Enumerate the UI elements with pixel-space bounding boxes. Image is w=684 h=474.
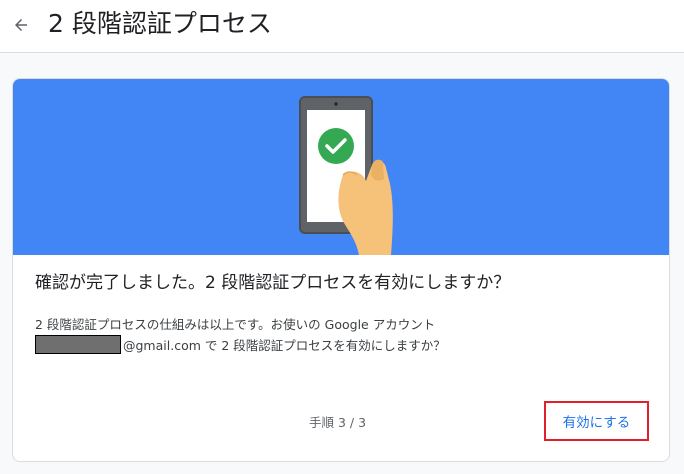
hero-banner <box>13 79 669 255</box>
description: 2 段階認証プロセスの仕組みは以上です。お使いの Google アカウント @g… <box>35 315 446 356</box>
app-header: 2 段階認証プロセス <box>0 0 684 53</box>
enable-button[interactable]: 有効にする <box>544 401 649 441</box>
description-line-1: 2 段階認証プロセスの仕組みは以上です。お使いの Google アカウント <box>35 317 436 332</box>
step-indicator: 手順 3 / 3 <box>309 415 367 430</box>
back-button[interactable] <box>8 12 34 38</box>
confirmation-card: 確認が完了しました。2 段階認証プロセスを有効にしますか？ 2 段階認証プロセス… <box>12 78 670 462</box>
description-line-2: @gmail.com で 2 段階認証プロセスを有効にしますか？ <box>35 335 446 356</box>
page-title: 2 段階認証プロセス <box>48 9 272 38</box>
redacted-email <box>35 335 121 354</box>
email-domain-text: @gmail.com で 2 段階認証プロセスを有効にしますか？ <box>123 338 446 353</box>
arrow-left-icon <box>15 19 27 31</box>
checkmark-icon <box>318 128 354 164</box>
confirmation-question: 確認が完了しました。2 段階認証プロセスを有効にしますか？ <box>35 273 511 293</box>
phone-checkmark-illustration <box>299 96 393 255</box>
